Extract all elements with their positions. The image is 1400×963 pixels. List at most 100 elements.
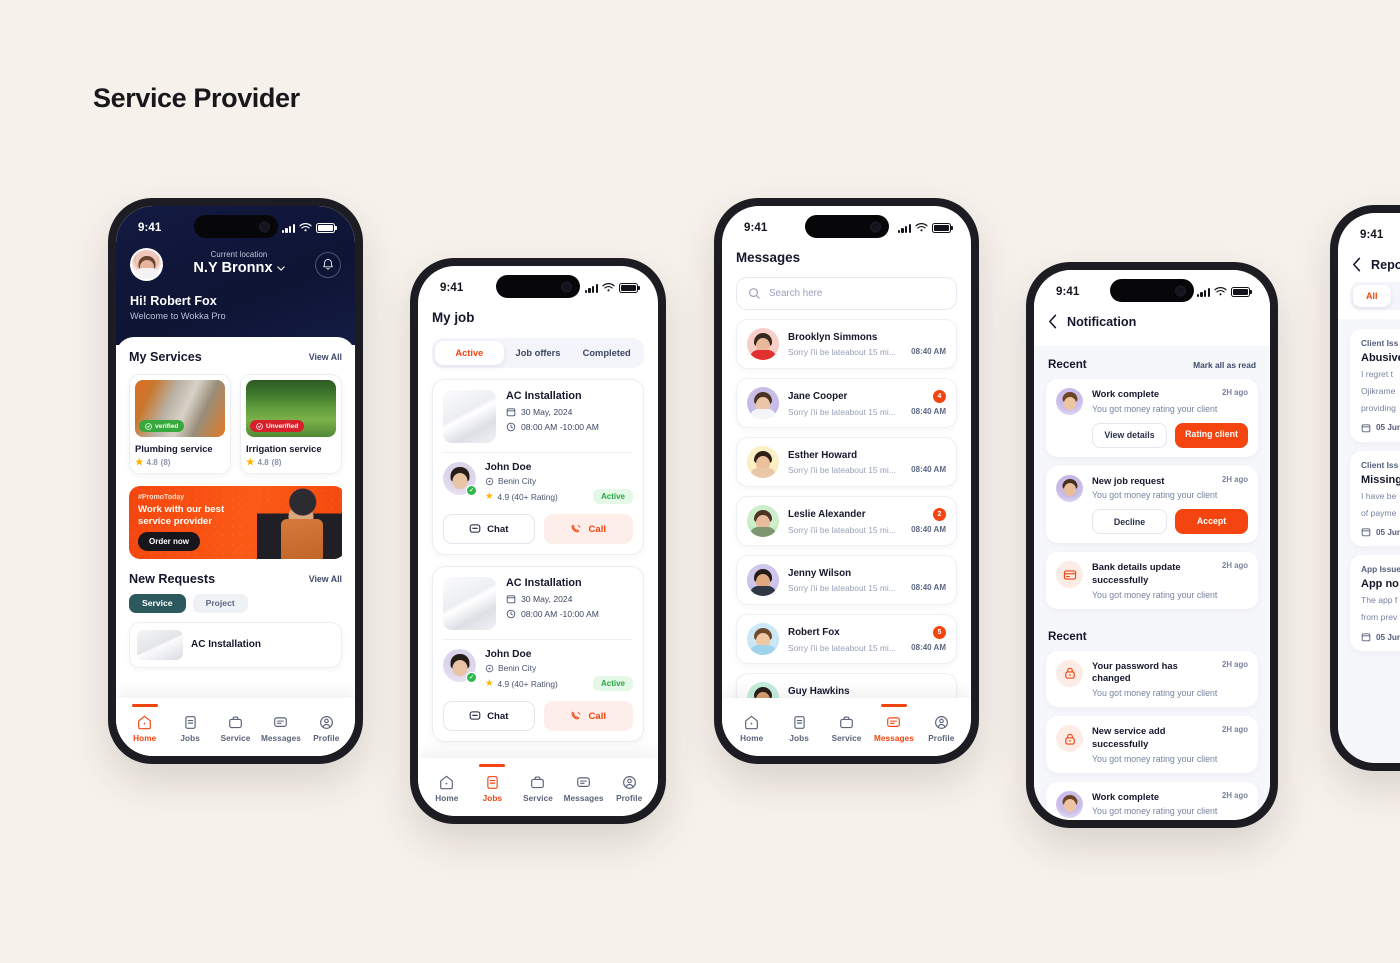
nav-messages[interactable]: Messages — [561, 765, 607, 803]
verified-check-icon: ✓ — [466, 672, 477, 683]
decline-button[interactable]: Decline — [1092, 509, 1167, 535]
avatar[interactable] — [130, 248, 163, 281]
nav-service[interactable]: Service — [515, 765, 561, 803]
thread-name: Guy Hawkins — [788, 685, 850, 697]
promo-order-button[interactable]: Order now — [138, 531, 201, 551]
new-requests-tabs: Service Project — [129, 593, 342, 613]
message-thread[interactable]: Jane Cooper 4 Sorry i'ii be lateabout 15… — [736, 378, 957, 428]
tab-all[interactable]: All — [1353, 285, 1391, 307]
back-chevron-icon[interactable] — [1048, 314, 1058, 329]
verified-badge-label: verified — [155, 422, 179, 430]
nav-jobs[interactable]: Jobs — [775, 705, 822, 743]
back-chevron-icon[interactable] — [1352, 257, 1362, 272]
promo-carousel: #PromoToday Work with our best service p… — [129, 485, 342, 559]
bottom-nav: Home Jobs Service Messages Profile — [418, 758, 658, 816]
promo-banner[interactable]: #PromoToday Work with our best service p… — [129, 485, 342, 559]
report-card[interactable]: Client Iss Abusive I regret t Ojikrame p… — [1350, 329, 1400, 442]
rating-client-button[interactable]: Rating client — [1175, 422, 1248, 448]
chat-icon — [577, 777, 590, 787]
search-input[interactable]: Search here — [736, 277, 957, 310]
report-body-line: of payme — [1361, 507, 1397, 518]
lock-icon — [1064, 733, 1075, 745]
my-services-list: verified Plumbing service ★ 4.8 (8) Unve… — [129, 374, 342, 474]
view-details-button[interactable]: View details — [1092, 422, 1167, 448]
nav-jobs[interactable]: Jobs — [167, 705, 212, 743]
notification-card[interactable]: Work complete 2H ago You got money ratin… — [1046, 379, 1258, 457]
notification-heading: New job request — [1092, 474, 1165, 486]
nav-messages[interactable]: Messages — [258, 705, 303, 743]
chat-button[interactable]: Chat — [443, 514, 535, 544]
nav-service-label: Service — [220, 734, 251, 743]
nav-home[interactable]: Home — [728, 705, 775, 743]
tab-project[interactable]: Project — [192, 593, 248, 613]
new-requests-view-all[interactable]: View All — [309, 574, 342, 584]
page-heading: Messages — [736, 250, 801, 265]
job-card[interactable]: AC Installation 30 May, 2024 08:00 AM -1… — [432, 379, 644, 555]
notification-card[interactable]: New job request 2H ago You got money rat… — [1046, 465, 1258, 544]
battery-icon — [932, 223, 951, 233]
tab-service[interactable]: Service — [129, 593, 186, 613]
nav-service[interactable]: Service — [213, 705, 258, 743]
tab-job-offers[interactable]: Job offers — [504, 341, 573, 365]
status-time: 9:41 — [744, 222, 768, 234]
tab-secondary[interactable]: S — [1391, 285, 1400, 307]
job-summary: AC Installation 30 May, 2024 08:00 AM -1… — [443, 390, 633, 443]
unread-badge: 5 — [933, 625, 946, 639]
home-content-sheet: My Services View All verified Plumbing s… — [116, 337, 355, 756]
nav-messages[interactable]: Messages — [870, 705, 917, 743]
location-selector[interactable]: Current location N.Y Bronnx — [163, 250, 315, 276]
job-time: 08:00 AM -10:00 AM — [506, 609, 599, 619]
call-button[interactable]: Call — [543, 701, 633, 731]
nav-jobs[interactable]: Jobs — [470, 765, 516, 803]
mark-all-as-read-button[interactable]: Mark all as read — [1193, 360, 1256, 370]
accept-button[interactable]: Accept — [1175, 509, 1248, 535]
notification-time: 2H ago — [1222, 474, 1248, 484]
report-card[interactable]: App Issue App no The app f from prev 05 … — [1350, 555, 1400, 652]
nav-home[interactable]: Home — [122, 705, 167, 743]
notification-card[interactable]: Your password has changed 2H ago You got… — [1046, 650, 1258, 708]
avatar[interactable]: ✓ — [443, 462, 477, 496]
notification-card[interactable]: New service add successfully 2H ago You … — [1046, 716, 1258, 773]
report-card[interactable]: Client Iss Missing I have be of payme 05… — [1350, 450, 1400, 547]
nav-profile[interactable]: Profile — [918, 705, 965, 743]
client-city-value: Benin City — [498, 663, 537, 673]
nav-messages-label: Messages — [873, 734, 914, 743]
my-services-view-all[interactable]: View All — [309, 352, 342, 362]
message-thread[interactable]: Esther Howard Sorry i'ii be lateabout 15… — [736, 437, 957, 487]
request-row[interactable]: AC Installation — [129, 621, 342, 668]
lock-icon-wrap — [1056, 725, 1083, 753]
message-thread[interactable]: Leslie Alexander 2 Sorry i'ii be lateabo… — [736, 496, 957, 546]
service-card[interactable]: Unverified Irrigation service ★ 4.8 (8) — [240, 374, 342, 474]
service-card[interactable]: verified Plumbing service ★ 4.8 (8) — [129, 374, 231, 474]
status-bar: 9:41 — [1338, 213, 1400, 249]
job-card[interactable]: AC Installation 30 May, 2024 08:00 AM -1… — [432, 566, 644, 742]
call-button[interactable]: Call — [543, 514, 633, 544]
message-thread[interactable]: Robert Fox 5 Sorry i'ii be lateabout 15 … — [736, 614, 957, 664]
phone-home: 9:41 Current location N.Y Bronnx Hi! Rob… — [108, 198, 363, 764]
status-time: 9:41 — [1056, 286, 1080, 298]
nav-jobs-label: Jobs — [482, 794, 503, 803]
nav-service[interactable]: Service — [823, 705, 870, 743]
chat-icon — [469, 524, 481, 533]
star-icon: ★ — [246, 457, 255, 468]
home-top-row: Current location N.Y Bronnx — [130, 248, 341, 281]
service-rating: ★ 4.8 (8) — [246, 458, 336, 468]
thread-time: 08:40 AM — [911, 583, 946, 592]
tab-active[interactable]: Active — [435, 341, 504, 365]
message-thread[interactable]: Jenny Wilson Sorry i'ii be lateabout 15 … — [736, 555, 957, 605]
notification-card[interactable]: Work complete 2H ago You got money ratin… — [1046, 781, 1258, 820]
chat-button[interactable]: Chat — [443, 701, 535, 731]
avatar — [747, 387, 779, 419]
message-thread[interactable]: Brooklyn Simmons Sorry i'ii be lateabout… — [736, 319, 957, 369]
lock-icon-wrap — [1056, 659, 1083, 687]
notifications-button[interactable] — [315, 251, 341, 278]
report-kind: Client Iss — [1361, 338, 1399, 348]
avatar[interactable]: ✓ — [443, 649, 477, 683]
tab-completed[interactable]: Completed — [572, 341, 641, 365]
nav-profile[interactable]: Profile — [304, 705, 349, 743]
client-name: John Doe — [485, 649, 532, 660]
nav-home[interactable]: Home — [424, 765, 470, 803]
service-name: Irrigation service — [246, 443, 322, 454]
nav-profile[interactable]: Profile — [606, 765, 652, 803]
notification-card[interactable]: Bank details update successfully 2H ago … — [1046, 552, 1258, 609]
